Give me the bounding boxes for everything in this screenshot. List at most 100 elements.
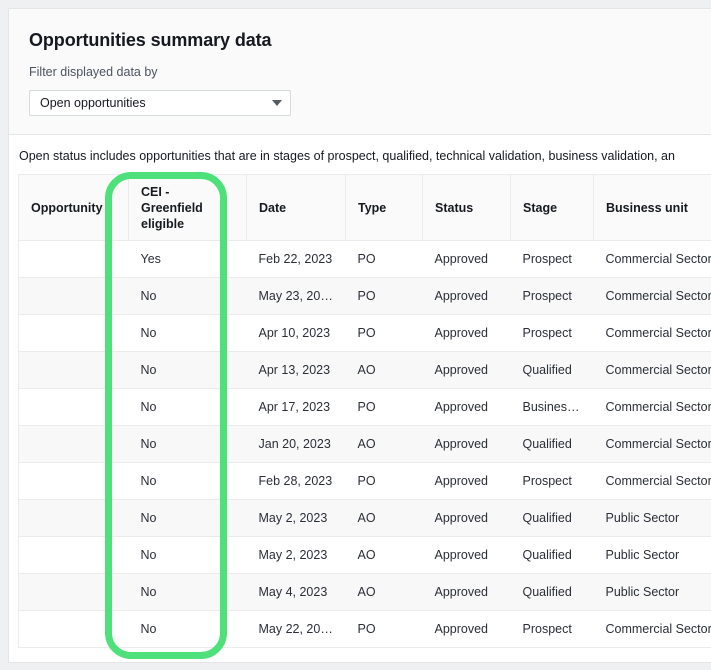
cell-cei: No xyxy=(129,537,247,574)
column-header-date[interactable]: Date xyxy=(247,175,346,241)
cell-business-unit: Commercial Sector xyxy=(594,241,711,278)
cell-business-unit: Public Sector xyxy=(594,574,711,611)
cell-business-unit: Commercial Sector xyxy=(594,463,711,500)
table-header-row: Opportunity CEI - Greenfield eligible Da… xyxy=(19,175,711,241)
cell-stage: Prospect xyxy=(511,278,594,315)
table-row[interactable]: NoApr 13, 2023AOApprovedQualifiedCommerc… xyxy=(19,352,711,389)
cell-business-unit: Commercial Sector xyxy=(594,315,711,352)
cell-cei: No xyxy=(129,315,247,352)
cell-type: AO xyxy=(346,537,423,574)
cell-stage: Prospect xyxy=(511,611,594,648)
cell-cei: No xyxy=(129,278,247,315)
column-header-opportunity[interactable]: Opportunity xyxy=(19,175,129,241)
cell-date: May 22, 2023 xyxy=(247,611,346,648)
column-header-cei[interactable]: CEI - Greenfield eligible xyxy=(129,175,247,241)
table-row[interactable]: NoFeb 28, 2023POApprovedProspectCommerci… xyxy=(19,463,711,500)
cell-business-unit: Public Sector xyxy=(594,500,711,537)
cell-type: PO xyxy=(346,389,423,426)
cell-type: AO xyxy=(346,426,423,463)
table-row[interactable]: NoMay 2, 2023AOApprovedQualifiedPublic S… xyxy=(19,537,711,574)
table-body: YesFeb 22, 2023POApprovedProspectCommerc… xyxy=(19,241,711,648)
cell-opportunity xyxy=(19,426,129,463)
card-header: Opportunities summary data Filter displa… xyxy=(9,9,711,135)
cell-date: Feb 28, 2023 xyxy=(247,463,346,500)
cell-business-unit: Commercial Sector xyxy=(594,426,711,463)
cell-date: Feb 22, 2023 xyxy=(247,241,346,278)
cell-business-unit: Commercial Sector xyxy=(594,611,711,648)
cell-cei: No xyxy=(129,611,247,648)
cell-cei: Yes xyxy=(129,241,247,278)
filter-select-wrap: Open opportunities xyxy=(29,90,291,116)
opportunities-summary-screen: Opportunities summary data Filter displa… xyxy=(0,0,711,670)
cell-type: PO xyxy=(346,315,423,352)
table-row[interactable]: NoMay 23, 2023POApprovedProspectCommerci… xyxy=(19,278,711,315)
page-title: Opportunities summary data xyxy=(29,29,711,51)
cell-cei: No xyxy=(129,574,247,611)
cell-type: AO xyxy=(346,500,423,537)
cell-type: PO xyxy=(346,241,423,278)
cell-date: May 2, 2023 xyxy=(247,500,346,537)
table-row[interactable]: NoMay 2, 2023AOApprovedQualifiedPublic S… xyxy=(19,500,711,537)
cell-type: AO xyxy=(346,352,423,389)
cell-date: May 2, 2023 xyxy=(247,537,346,574)
status-notice: Open status includes opportunities that … xyxy=(9,135,711,174)
cell-type: PO xyxy=(346,611,423,648)
cell-opportunity xyxy=(19,389,129,426)
opportunities-summary-card: Opportunities summary data Filter displa… xyxy=(8,8,711,663)
cell-stage: Qualified xyxy=(511,500,594,537)
cell-status: Approved xyxy=(423,574,511,611)
table-row[interactable]: NoJan 20, 2023AOApprovedQualifiedCommerc… xyxy=(19,426,711,463)
cell-cei: No xyxy=(129,500,247,537)
filter-label: Filter displayed data by xyxy=(29,64,711,80)
cell-status: Approved xyxy=(423,278,511,315)
table-row[interactable]: YesFeb 22, 2023POApprovedProspectCommerc… xyxy=(19,241,711,278)
cell-stage: Prospect xyxy=(511,241,594,278)
cell-cei: No xyxy=(129,463,247,500)
cell-opportunity xyxy=(19,537,129,574)
column-header-status[interactable]: Status xyxy=(423,175,511,241)
cell-status: Approved xyxy=(423,500,511,537)
cell-status: Approved xyxy=(423,315,511,352)
cell-cei: No xyxy=(129,426,247,463)
table-row[interactable]: NoApr 17, 2023POApprovedBusiness ...Comm… xyxy=(19,389,711,426)
cell-opportunity xyxy=(19,352,129,389)
table-row[interactable]: NoMay 22, 2023POApprovedProspectCommerci… xyxy=(19,611,711,648)
table-header: Opportunity CEI - Greenfield eligible Da… xyxy=(19,175,711,241)
cell-opportunity xyxy=(19,463,129,500)
cell-date: May 4, 2023 xyxy=(247,574,346,611)
cell-stage: Business ... xyxy=(511,389,594,426)
table-row[interactable]: NoApr 10, 2023POApprovedProspectCommerci… xyxy=(19,315,711,352)
cell-business-unit: Public Sector xyxy=(594,537,711,574)
cell-status: Approved xyxy=(423,537,511,574)
cell-date: Apr 17, 2023 xyxy=(247,389,346,426)
cell-business-unit: Commercial Sector xyxy=(594,278,711,315)
cell-opportunity xyxy=(19,278,129,315)
cell-opportunity xyxy=(19,315,129,352)
cell-stage: Prospect xyxy=(511,315,594,352)
filter-select[interactable]: Open opportunities xyxy=(29,90,291,116)
cell-opportunity xyxy=(19,574,129,611)
cell-business-unit: Commercial Sector xyxy=(594,352,711,389)
cell-type: AO xyxy=(346,574,423,611)
cell-opportunity xyxy=(19,611,129,648)
cell-business-unit: Commercial Sector xyxy=(594,389,711,426)
cell-date: May 23, 2023 xyxy=(247,278,346,315)
cell-date: Apr 13, 2023 xyxy=(247,352,346,389)
column-header-type[interactable]: Type xyxy=(346,175,423,241)
cell-cei: No xyxy=(129,389,247,426)
cell-date: Jan 20, 2023 xyxy=(247,426,346,463)
column-header-stage[interactable]: Stage xyxy=(511,175,594,241)
table-row[interactable]: NoMay 4, 2023AOApprovedQualifiedPublic S… xyxy=(19,574,711,611)
cell-opportunity xyxy=(19,500,129,537)
cell-status: Approved xyxy=(423,241,511,278)
cell-stage: Qualified xyxy=(511,426,594,463)
cell-stage: Qualified xyxy=(511,352,594,389)
cell-cei: No xyxy=(129,352,247,389)
column-header-business-unit[interactable]: Business unit xyxy=(594,175,711,241)
cell-status: Approved xyxy=(423,389,511,426)
cell-stage: Prospect xyxy=(511,463,594,500)
cell-opportunity xyxy=(19,241,129,278)
opportunities-table: Opportunity CEI - Greenfield eligible Da… xyxy=(18,174,711,648)
cell-stage: Qualified xyxy=(511,537,594,574)
cell-status: Approved xyxy=(423,426,511,463)
